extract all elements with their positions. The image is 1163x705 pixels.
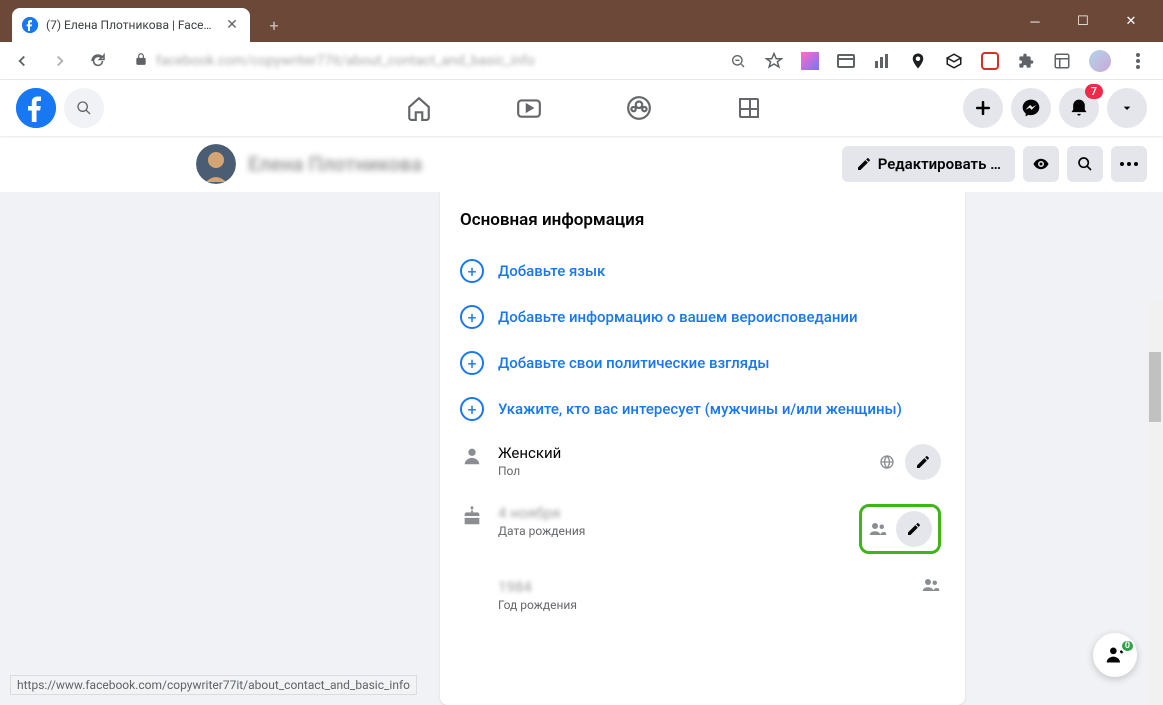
nav-home-icon[interactable] — [399, 88, 439, 128]
add-religion-row[interactable]: + Добавьте информацию о вашем вероиспове… — [460, 294, 941, 340]
create-button[interactable] — [963, 88, 1003, 128]
profile-avatar-icon[interactable] — [1089, 50, 1111, 72]
back-button[interactable] — [8, 47, 36, 75]
add-political-text: Добавьте свои политические взгляды — [498, 354, 769, 372]
lock-icon — [134, 51, 148, 70]
new-tab-button[interactable]: + — [260, 11, 288, 39]
scrollbar-thumb[interactable] — [1149, 352, 1161, 422]
cake-icon — [460, 504, 484, 528]
extension-icon-4[interactable] — [909, 52, 927, 70]
add-interested-in-row[interactable]: + Укажите, кто вас интересует (мужчины и… — [460, 386, 941, 432]
fb-nav — [204, 88, 963, 128]
extension-icon-5[interactable] — [945, 52, 963, 70]
online-count-badge: 0 — [1120, 639, 1135, 653]
extension-icon-1[interactable] — [801, 52, 819, 70]
fb-logo[interactable] — [16, 88, 56, 128]
maximize-button[interactable]: ☐ — [1071, 14, 1095, 30]
gender-value: Женский — [498, 444, 863, 462]
reload-button[interactable] — [84, 47, 112, 75]
highlight-birthdate-edit — [859, 504, 941, 554]
gender-row: Женский Пол — [460, 432, 941, 492]
star-icon[interactable] — [765, 52, 783, 70]
fb-header: 7 — [0, 80, 1163, 136]
extensions-icon[interactable] — [1017, 52, 1035, 70]
edit-profile-button[interactable]: Редактировать … — [842, 146, 1015, 182]
plus-circle-icon: + — [460, 259, 484, 283]
birthdate-label: Дата рождения — [498, 524, 845, 538]
messenger-button[interactable] — [1011, 88, 1051, 128]
notification-badge: 7 — [1085, 84, 1103, 99]
tab-title: (7) Елена Плотникова | Facebook — [46, 18, 216, 32]
browser-tab[interactable]: (7) Елена Плотникова | Facebook ✕ — [12, 8, 250, 42]
plus-circle-icon: + — [460, 397, 484, 421]
section-title: Основная информация — [460, 210, 941, 230]
browser-menu-icon[interactable] — [1129, 52, 1147, 70]
view-as-button[interactable] — [1023, 146, 1059, 182]
extension-icon-3[interactable] — [873, 52, 891, 70]
add-religion-text: Добавьте информацию о вашем вероисповеда… — [498, 308, 858, 326]
tab-strip: (7) Елена Плотникова | Facebook ✕ + — [0, 8, 1163, 42]
profile-name: Елена Плотникова — [248, 152, 422, 176]
nav-groups-icon[interactable] — [619, 88, 659, 128]
zoom-icon[interactable] — [729, 52, 747, 70]
pencil-icon — [856, 156, 872, 172]
person-icon — [460, 444, 484, 468]
status-bar-url: https://www.facebook.com/copywriter77it/… — [10, 675, 417, 695]
browser-toolbar: facebook.com/copywriter77it/about_contac… — [0, 42, 1163, 80]
add-political-row[interactable]: + Добавьте свои политические взгляды — [460, 340, 941, 386]
friends-icon[interactable] — [868, 522, 888, 536]
more-actions-button[interactable] — [1111, 146, 1147, 182]
close-window-button[interactable]: ✕ — [1119, 14, 1143, 30]
basic-info-card: Основная информация + Добавьте язык + До… — [440, 192, 965, 705]
floating-new-message-button[interactable]: 0 — [1093, 633, 1137, 677]
nav-watch-icon[interactable] — [509, 88, 549, 128]
edit-button-label: Редактировать … — [878, 155, 1001, 173]
edit-gender-button[interactable] — [905, 444, 941, 480]
plus-circle-icon: + — [460, 351, 484, 375]
address-bar[interactable]: facebook.com/copywriter77it/about_contac… — [122, 46, 719, 76]
add-interested-text: Укажите, кто вас интересует (мужчины и/и… — [498, 400, 902, 418]
search-profile-button[interactable] — [1067, 146, 1103, 182]
add-language-text: Добавьте язык — [498, 262, 605, 280]
account-menu-button[interactable] — [1107, 88, 1147, 128]
extension-icon-2[interactable] — [837, 52, 855, 70]
window-controls: ─ ☐ ✕ — [1003, 8, 1163, 36]
main-area: Основная информация + Добавьте язык + До… — [0, 192, 1163, 705]
birthyear-row: 1984 Год рождения — [460, 566, 941, 624]
notifications-button[interactable]: 7 — [1059, 88, 1099, 128]
minimize-button[interactable]: ─ — [1023, 14, 1047, 30]
add-language-row[interactable]: + Добавьте язык — [460, 248, 941, 294]
fb-search-button[interactable] — [64, 88, 104, 128]
adblock-icon[interactable] — [981, 52, 999, 70]
reading-list-icon[interactable] — [1053, 52, 1071, 70]
birthyear-label: Год рождения — [498, 598, 907, 612]
blank-icon — [460, 578, 484, 602]
birthdate-row: 4 ноября Дата рождения — [460, 492, 941, 566]
gender-label: Пол — [498, 464, 863, 478]
profile-picture[interactable] — [196, 144, 236, 184]
birthyear-value: 1984 — [498, 578, 907, 596]
friends-icon[interactable] — [921, 578, 941, 592]
nav-gaming-icon[interactable] — [729, 88, 769, 128]
profile-bar: Елена Плотникова Редактировать … — [0, 136, 1163, 192]
tab-close-icon[interactable]: ✕ — [224, 17, 240, 33]
url-text: facebook.com/copywriter77it/about_contac… — [156, 53, 535, 69]
plus-circle-icon: + — [460, 305, 484, 329]
facebook-favicon — [22, 17, 38, 33]
forward-button[interactable] — [46, 47, 74, 75]
edit-birthdate-button[interactable] — [896, 511, 932, 547]
globe-icon[interactable] — [877, 454, 897, 470]
birthdate-value: 4 ноября — [498, 504, 845, 522]
